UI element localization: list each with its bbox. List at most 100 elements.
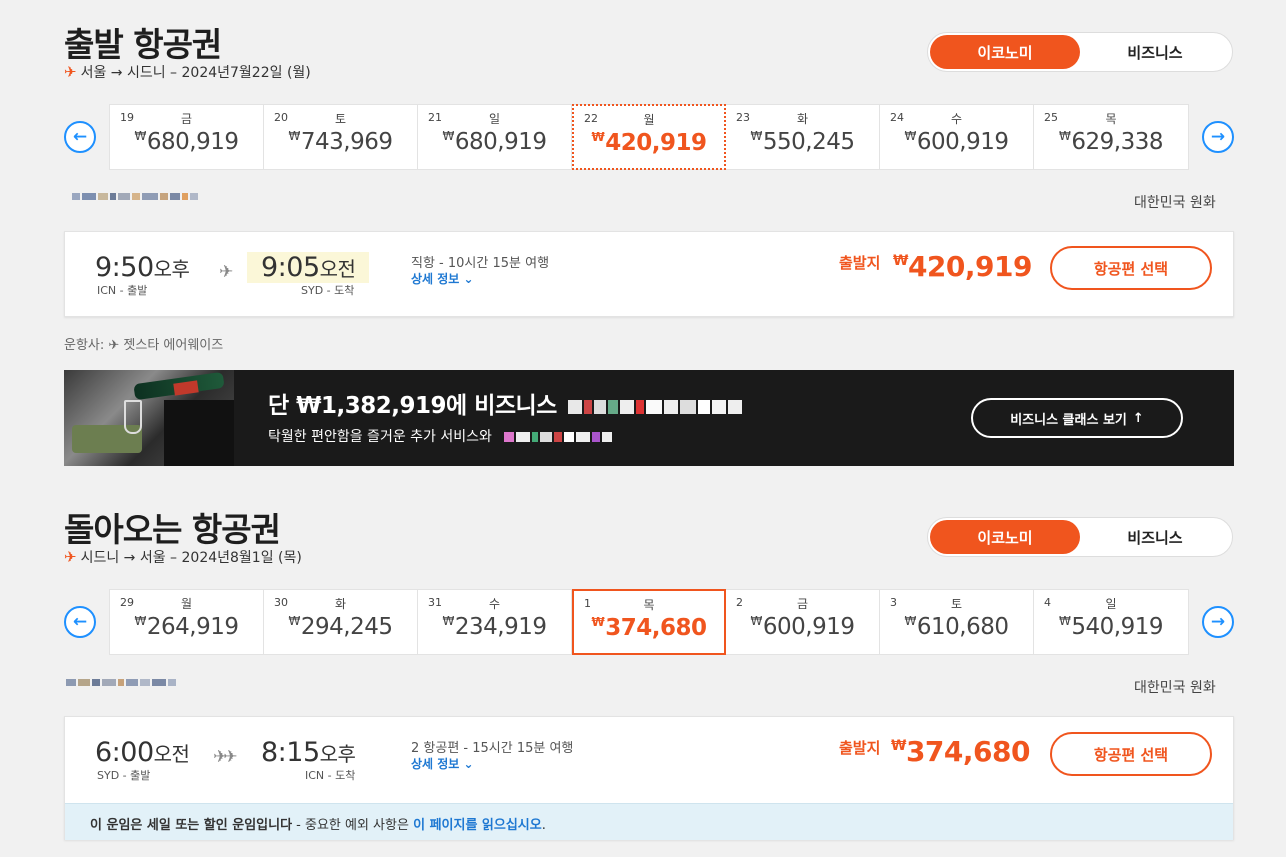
inbound-date-cell[interactable]: 30 화 ₩294,245 bbox=[264, 590, 418, 654]
banner-title: 단 ₩1,382,919에 비즈니스 bbox=[268, 386, 743, 420]
date-price: ₩540,919 bbox=[1059, 614, 1163, 640]
outbound-business-button[interactable]: 비즈니스 bbox=[1080, 35, 1230, 69]
date-weekday: 목 bbox=[643, 598, 655, 612]
date-price: ₩550,245 bbox=[750, 129, 855, 155]
inbound-date-cell[interactable]: 2 금 ₩600,919 bbox=[726, 590, 880, 654]
outbound-arrive-airport: SYD - 도착 bbox=[301, 284, 355, 297]
pixelated-text bbox=[568, 399, 743, 414]
outbound-date-cell[interactable]: 23 화 ₩550,245 bbox=[726, 105, 880, 169]
date-price: ₩234,919 bbox=[442, 614, 547, 640]
outbound-depart-airport: ICN - 출발 bbox=[97, 284, 148, 297]
chevron-down-icon: ⌄ bbox=[463, 757, 474, 771]
outbound-date-cell[interactable]: 25 목 ₩629,338 bbox=[1034, 105, 1188, 169]
plane-icon: ✈ bbox=[64, 63, 77, 81]
inbound-depart-airport: SYD - 출발 bbox=[97, 769, 151, 782]
inbound-cabin-toggle: 이코노미 비즈니스 bbox=[927, 517, 1233, 557]
date-weekday: 일 bbox=[488, 112, 501, 126]
outbound-cabin-toggle: 이코노미 비즈니스 bbox=[927, 32, 1233, 72]
business-upsell-banner: 단 ₩1,382,919에 비즈니스 탁월한 편안함을 즐거운 추가 서비스와 … bbox=[64, 370, 1234, 466]
date-weekday: 목 bbox=[1105, 112, 1117, 126]
connecting-planes-icon: ✈✈ bbox=[213, 747, 237, 767]
outbound-price: ₩420,919 bbox=[893, 250, 1032, 283]
outbound-route-text: 서울 → 시드니 – 2024년7월22일 (월) bbox=[80, 65, 311, 81]
banner-subtitle: 탁월한 편안함을 즐거운 추가 서비스와 bbox=[268, 426, 613, 446]
arrow-up-icon: ↑ bbox=[1132, 410, 1144, 426]
date-weekday: 화 bbox=[796, 112, 809, 126]
date-weekday: 화 bbox=[334, 597, 347, 611]
outbound-depart-time: 9:50오후 bbox=[95, 252, 190, 283]
inbound-depart-time: 6:00오전 bbox=[95, 737, 190, 768]
inbound-business-button[interactable]: 비즈니스 bbox=[1080, 520, 1230, 554]
outbound-date-cell-selected[interactable]: 22 월 ₩420,919 bbox=[572, 104, 726, 170]
inbound-route: ✈ 시드니 → 서울 – 2024년8월1일 (목) bbox=[64, 547, 302, 567]
outbound-details-link[interactable]: 상세 정보 ⌄ bbox=[411, 270, 474, 287]
date-price: ₩420,919 bbox=[591, 130, 707, 156]
outbound-prev-dates-button[interactable]: ← bbox=[64, 121, 96, 153]
inbound-date-strip: 29 월 ₩264,919 30 화 ₩294,245 31 수 ₩234,919 1 목 ₩3… bbox=[109, 589, 1189, 655]
inbound-date-cell[interactable]: 4 일 ₩540,919 bbox=[1034, 590, 1188, 654]
outbound-date-cell[interactable]: 24 수 ₩600,919 bbox=[880, 105, 1034, 169]
arrow-left-icon: ← bbox=[72, 127, 88, 147]
inbound-title: 돌아오는 항공권 bbox=[64, 510, 281, 549]
inbound-date-cell[interactable]: 3 토 ₩610,680 bbox=[880, 590, 1034, 654]
inbound-currency-label: 대한민국 원화 bbox=[1134, 680, 1216, 696]
date-price: ₩264,919 bbox=[134, 614, 239, 640]
inbound-details-link[interactable]: 상세 정보 ⌄ bbox=[411, 755, 474, 772]
inbound-arrive-time: 8:15오후 bbox=[261, 737, 356, 768]
business-class-view-button[interactable]: 비즈니스 클래스 보기 ↑ bbox=[971, 398, 1183, 438]
inbound-next-dates-button[interactable]: → bbox=[1202, 606, 1234, 638]
date-weekday: 토 bbox=[950, 597, 963, 611]
inbound-price: ₩374,680 bbox=[891, 735, 1030, 768]
date-weekday: 금 bbox=[796, 597, 809, 611]
outbound-title: 출발 항공권 bbox=[64, 25, 222, 64]
arrow-right-icon: → bbox=[1210, 612, 1226, 632]
date-price: ₩629,338 bbox=[1059, 129, 1163, 155]
outbound-select-flight-button[interactable]: 항공편 선택 bbox=[1050, 246, 1212, 290]
outbound-operated-by: 운항사: ✈ 젯스타 에어웨이즈 bbox=[64, 338, 224, 353]
outbound-arrive-time: 9:05오전 bbox=[247, 252, 370, 283]
inbound-prev-dates-button[interactable]: ← bbox=[64, 606, 96, 638]
date-weekday: 수 bbox=[488, 597, 501, 611]
date-weekday: 금 bbox=[180, 112, 193, 126]
pixelated-text bbox=[72, 193, 198, 200]
date-weekday: 일 bbox=[1105, 597, 1117, 611]
inbound-arrive-airport: ICN - 도착 bbox=[305, 769, 356, 782]
outbound-currency-label: 대한민국 원화 bbox=[1134, 195, 1216, 211]
date-weekday: 월 bbox=[643, 113, 655, 127]
date-price: ₩374,680 bbox=[591, 615, 707, 641]
date-weekday: 수 bbox=[950, 112, 963, 126]
inbound-date-cell[interactable]: 29 월 ₩264,919 bbox=[110, 590, 264, 654]
arrow-left-icon: ← bbox=[72, 612, 88, 632]
inbound-duration: 2 항공편 - 15시간 15분 여행 bbox=[411, 741, 574, 756]
outbound-date-cell[interactable]: 19 금 ₩680,919 bbox=[110, 105, 264, 169]
pixelated-text bbox=[66, 679, 176, 686]
outbound-duration: 직항 - 10시간 15분 여행 bbox=[411, 256, 550, 271]
date-price: ₩680,919 bbox=[442, 129, 547, 155]
outbound-date-cell[interactable]: 20 토 ₩743,969 bbox=[264, 105, 418, 169]
inbound-date-cell-selected[interactable]: 1 목 ₩374,680 bbox=[572, 589, 726, 655]
plane-icon: ✈ bbox=[64, 548, 77, 566]
notice-end: . bbox=[541, 818, 546, 833]
outbound-from-label: 출발지 bbox=[839, 254, 881, 272]
date-weekday: 토 bbox=[334, 112, 347, 126]
inbound-flight-card: 6:00오전 SYD - 출발 ✈✈ 8:15오후 ICN - 도착 2 항공편… bbox=[64, 716, 1234, 840]
inbound-select-flight-button[interactable]: 항공편 선택 bbox=[1050, 732, 1212, 776]
date-price: ₩680,919 bbox=[134, 129, 239, 155]
outbound-economy-button[interactable]: 이코노미 bbox=[930, 35, 1080, 69]
arrow-right-icon: → bbox=[1210, 127, 1226, 147]
date-price: ₩743,969 bbox=[288, 129, 393, 155]
outbound-date-cell[interactable]: 21 일 ₩680,919 bbox=[418, 105, 572, 169]
outbound-date-strip: 19 금 ₩680,919 20 토 ₩743,969 21 일 ₩680,919 22 월 ₩… bbox=[109, 104, 1189, 170]
plane-icon: ✈ bbox=[219, 262, 234, 282]
outbound-next-dates-button[interactable]: → bbox=[1202, 121, 1234, 153]
inbound-economy-button[interactable]: 이코노미 bbox=[930, 520, 1080, 554]
date-price: ₩600,919 bbox=[904, 129, 1009, 155]
inbound-date-cell[interactable]: 31 수 ₩234,919 bbox=[418, 590, 572, 654]
chevron-down-icon: ⌄ bbox=[463, 272, 474, 286]
fare-notice: 이 운임은 세일 또는 할인 운임입니다 - 중요한 예외 사항은 이 페이지를… bbox=[65, 803, 1233, 840]
outbound-flight-card: 9:50오후 ICN - 출발 ✈ 9:05오전 SYD - 도착 직항 - 1… bbox=[64, 231, 1234, 317]
notice-text: - 중요한 예외 사항은 bbox=[292, 818, 414, 833]
notice-bold-text: 이 운임은 세일 또는 할인 운임입니다 bbox=[90, 818, 293, 833]
notice-read-page-link[interactable]: 이 페이지를 읽으십시오 bbox=[413, 818, 542, 833]
inbound-from-label: 출발지 bbox=[839, 739, 881, 757]
